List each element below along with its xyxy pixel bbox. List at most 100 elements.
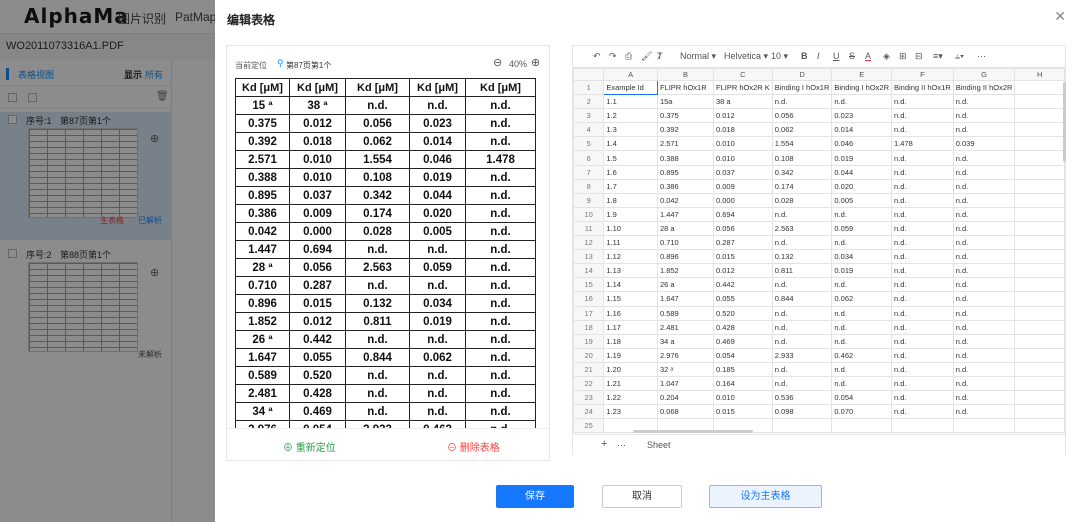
sheet-cell[interactable]: 0.028 xyxy=(771,192,833,208)
sheet-cell[interactable]: 0.056 xyxy=(771,108,833,124)
column-header[interactable]: F xyxy=(891,68,954,81)
scanned-table-image[interactable]: Kd [μM] Kd [μM] Kd [μM] Kd [μM] Kd [μM] 15 ª… xyxy=(235,78,547,428)
sheet-cell[interactable]: n.d. xyxy=(771,319,833,335)
sheet-cell[interactable]: 0.054 xyxy=(831,390,893,406)
sheet-cell[interactable]: n.d. xyxy=(952,263,1016,279)
sheet-cell[interactable]: 0.062 xyxy=(831,291,893,307)
sheet-cell[interactable]: 0.012 xyxy=(712,108,773,124)
sheet-cell[interactable]: n.d. xyxy=(831,94,893,110)
sheet-cell[interactable]: 1.3 xyxy=(603,122,658,138)
sheet-cell[interactable] xyxy=(1014,347,1065,363)
sheet-cell[interactable]: 0.046 xyxy=(831,136,893,152)
sheet-cell[interactable]: 1.478 xyxy=(891,136,954,152)
borders-icon[interactable]: ⊞ xyxy=(899,51,907,62)
sheet-cell[interactable]: n.d. xyxy=(891,122,954,138)
sheet-cell[interactable]: 0.012 xyxy=(712,263,773,279)
sheet-cell[interactable]: n.d. xyxy=(831,305,893,321)
row-number[interactable]: 17 xyxy=(573,305,605,321)
cancel-button[interactable]: 取消 xyxy=(602,485,682,508)
sheet-cell[interactable]: Example Id xyxy=(603,79,658,96)
sheet-cell[interactable]: 0.039 xyxy=(952,136,1016,152)
more-icon[interactable]: ⋯ xyxy=(977,51,986,62)
sheet-cell[interactable]: Binding I hOx2R xyxy=(831,79,893,96)
paint-format-icon[interactable]: 🖌 xyxy=(641,51,652,62)
row-number[interactable]: 25 xyxy=(573,418,605,434)
sheet-cell[interactable]: n.d. xyxy=(891,277,954,293)
sheet-cell[interactable]: 1.20 xyxy=(603,361,658,377)
sheet-cell[interactable]: n.d. xyxy=(952,122,1016,138)
row-number[interactable]: 8 xyxy=(573,178,605,194)
sheet-cell[interactable]: 1.554 xyxy=(771,136,833,152)
sheet-cell[interactable]: 0.694 xyxy=(712,206,773,222)
sheet-cell[interactable]: 1.14 xyxy=(603,277,658,293)
sheet-cell[interactable]: n.d. xyxy=(891,249,954,265)
sheet-cell[interactable]: n.d. xyxy=(891,220,954,237)
sheet-cell[interactable] xyxy=(1014,404,1065,420)
sheet-cell[interactable]: n.d. xyxy=(891,361,954,377)
column-header[interactable]: H xyxy=(1014,68,1065,81)
sheet-cell[interactable]: n.d. xyxy=(831,333,893,349)
sheet-cell[interactable] xyxy=(1014,122,1065,138)
sheet-cell[interactable]: n.d. xyxy=(952,108,1016,124)
text-color-icon[interactable]: A xyxy=(865,51,871,61)
sheet-cell[interactable]: 32 ᵃ xyxy=(656,361,714,377)
sheet-cell[interactable]: n.d. xyxy=(771,375,833,392)
sheet-cell[interactable]: n.d. xyxy=(831,277,893,293)
sheet-cell[interactable]: n.d. xyxy=(891,108,954,124)
clear-format-icon[interactable]: Ⱦ xyxy=(657,51,663,61)
row-number[interactable]: 9 xyxy=(573,192,605,208)
sheet-cell[interactable] xyxy=(771,418,833,434)
sheet-cell[interactable] xyxy=(1014,361,1065,377)
sheet-cell[interactable]: 0.895 xyxy=(656,164,714,180)
row-number[interactable]: 15 xyxy=(573,277,605,293)
sheet-menu-icon[interactable]: ⋯ xyxy=(617,440,626,451)
sheet-cell[interactable]: n.d. xyxy=(891,305,954,321)
sheet-cell[interactable]: Binding II hOx1R xyxy=(891,79,954,96)
corner-cell[interactable] xyxy=(573,68,605,81)
sheet-cell[interactable]: 0.342 xyxy=(771,164,833,180)
sheet-cell[interactable] xyxy=(952,418,1016,434)
print-icon[interactable]: ⎙ xyxy=(625,51,632,62)
sheet-cell[interactable]: 0.844 xyxy=(771,291,833,307)
sheet-cell[interactable]: n.d. xyxy=(771,333,833,349)
italic-icon[interactable]: I xyxy=(817,51,820,61)
sheet-cell[interactable]: 0.023 xyxy=(831,108,893,124)
sheet-cell[interactable]: 0.000 xyxy=(712,192,773,208)
sheet-cell[interactable]: 0.164 xyxy=(712,375,773,392)
sheet-cell[interactable]: n.d. xyxy=(771,361,833,377)
sheet-cell[interactable] xyxy=(1014,305,1065,321)
zoom-in-icon[interactable]: ⊕ xyxy=(531,56,540,69)
sheet-cell[interactable]: 1.6 xyxy=(603,164,658,180)
sheet-cell[interactable]: 0.070 xyxy=(831,404,893,420)
redo-icon[interactable]: ↷ xyxy=(609,51,617,62)
sheet-cell[interactable]: 0.204 xyxy=(656,390,714,406)
sheet-cell[interactable]: 0.536 xyxy=(771,390,833,406)
sheet-cell[interactable] xyxy=(1014,206,1065,222)
undo-icon[interactable]: ↶ xyxy=(593,51,601,62)
sheet-cell[interactable]: 1.22 xyxy=(603,390,658,406)
sheet-cell[interactable] xyxy=(1014,178,1065,194)
sheet-cell[interactable]: 0.589 xyxy=(656,305,714,321)
sheet-cell[interactable]: 0.056 xyxy=(712,220,773,237)
sheet-cell[interactable] xyxy=(1014,375,1065,392)
row-number[interactable]: 11 xyxy=(573,220,605,237)
sheet-cell[interactable]: n.d. xyxy=(891,206,954,222)
sheet-cell[interactable]: n.d. xyxy=(831,361,893,377)
sheet-cell[interactable]: 0.015 xyxy=(712,404,773,420)
row-number[interactable]: 12 xyxy=(573,235,605,251)
sheet-cell[interactable] xyxy=(1014,94,1065,110)
sheet-cell[interactable]: 1.4 xyxy=(603,136,658,152)
row-number[interactable]: 5 xyxy=(573,136,605,152)
row-number[interactable]: 16 xyxy=(573,291,605,307)
merge-cells-icon[interactable]: ⊟ xyxy=(915,51,923,62)
sheet-cell[interactable]: 2.976 xyxy=(656,347,714,363)
sheet-cell[interactable]: 0.019 xyxy=(831,263,893,279)
sheet-cell[interactable]: n.d. xyxy=(831,235,893,251)
sheet-cell[interactable]: 0.386 xyxy=(656,178,714,194)
row-number[interactable]: 10 xyxy=(573,206,605,222)
row-number[interactable]: 3 xyxy=(573,108,605,124)
sheet-cell[interactable]: 1.23 xyxy=(603,404,658,420)
sheet-cell[interactable]: n.d. xyxy=(952,206,1016,222)
sheet-cell[interactable]: 1.19 xyxy=(603,347,658,363)
sheet-cell[interactable]: FLIPR hOx1R xyxy=(656,79,714,96)
